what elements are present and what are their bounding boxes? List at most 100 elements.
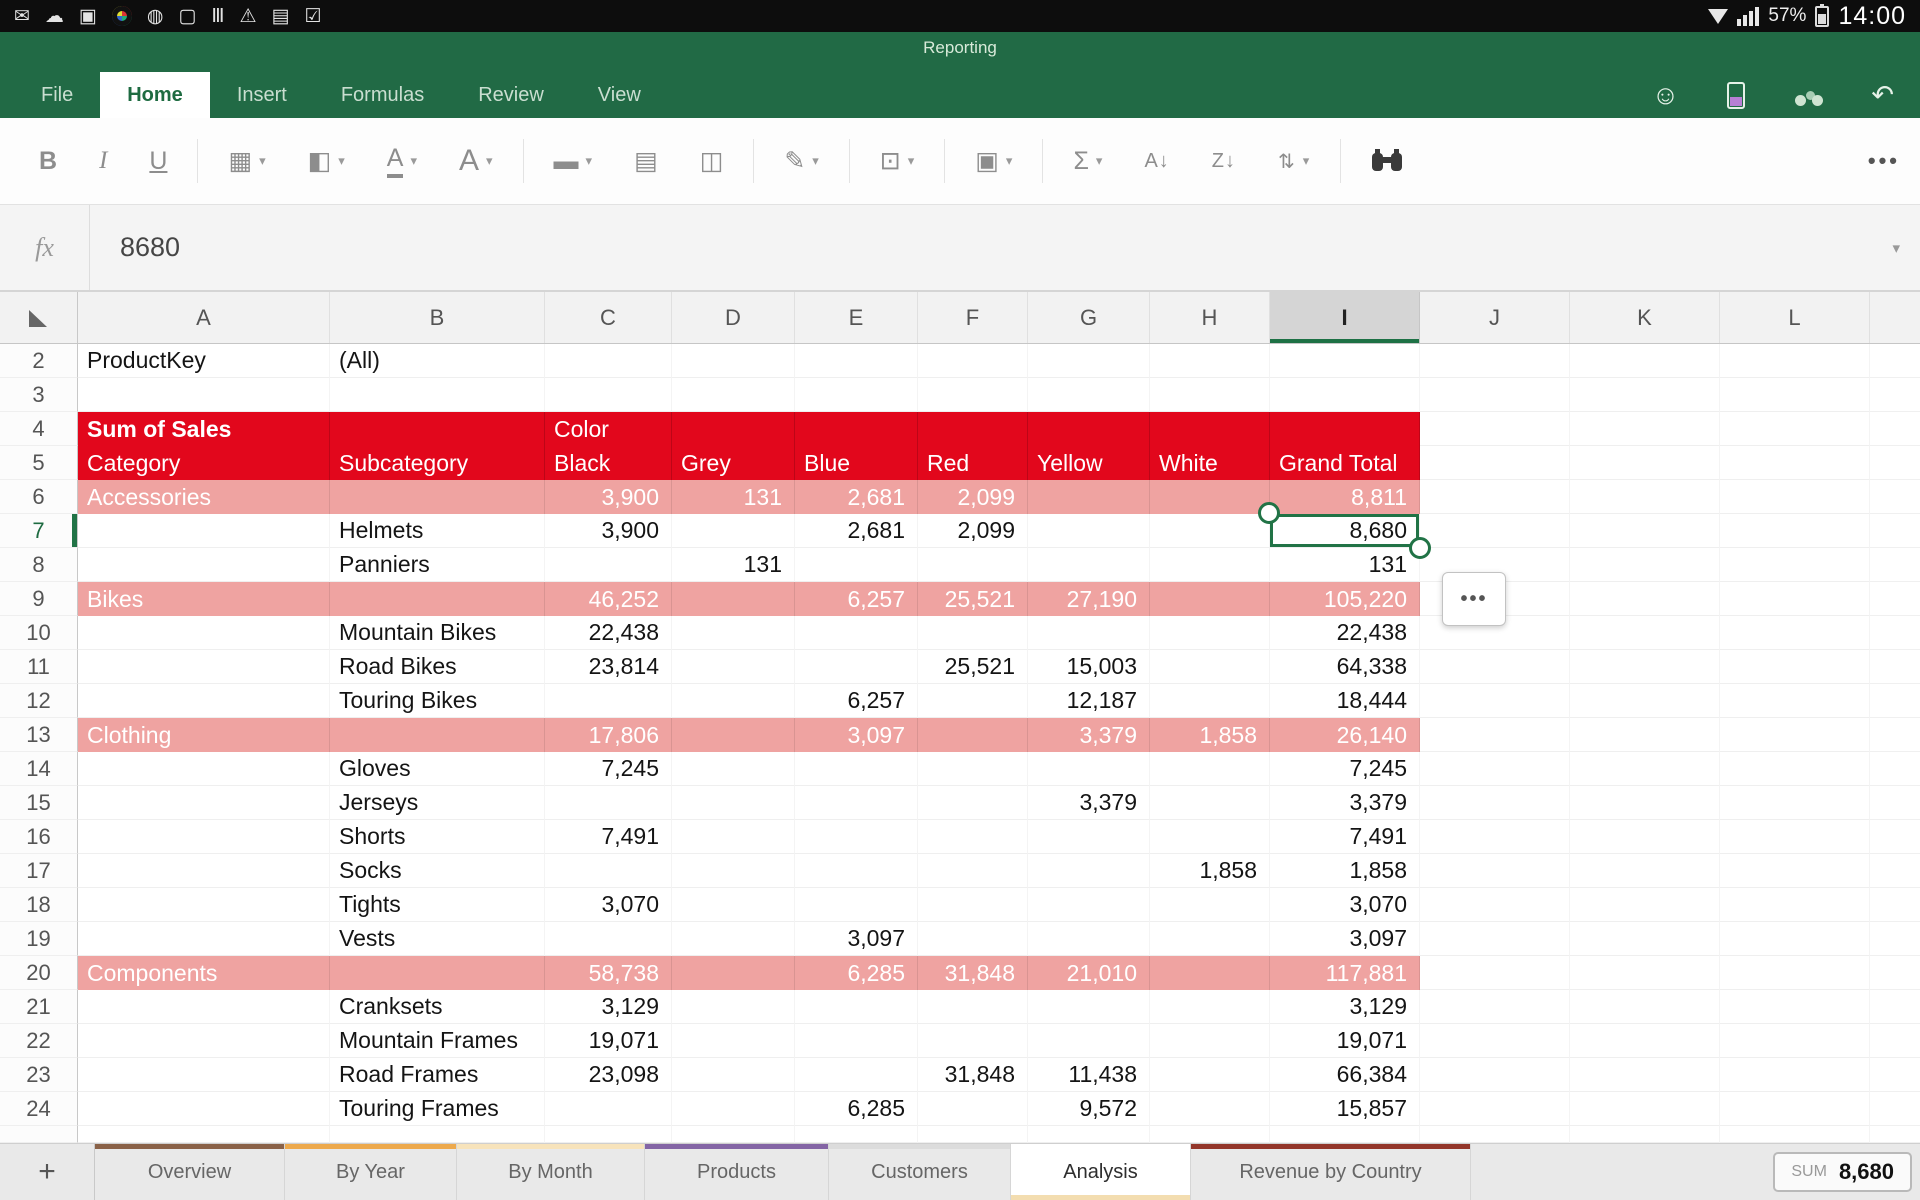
cell-H14[interactable]	[1150, 752, 1270, 786]
cell-C6[interactable]: 3,900	[545, 480, 672, 514]
row-header-4[interactable]: 4	[0, 412, 78, 446]
cell-L24[interactable]	[1720, 1092, 1870, 1126]
cell-H19[interactable]	[1150, 922, 1270, 956]
font-color-button[interactable]: A▾	[366, 131, 438, 191]
cell-E5[interactable]: Blue	[795, 446, 918, 480]
cell-B5[interactable]: Subcategory	[330, 446, 545, 480]
row-header-17[interactable]: 17	[0, 854, 78, 888]
row-header-5[interactable]: 5	[0, 446, 78, 480]
column-header-E[interactable]: E	[795, 292, 918, 343]
cell-I17[interactable]: 1,858	[1270, 854, 1420, 888]
cell-D17[interactable]	[672, 854, 795, 888]
cell-I7[interactable]: 8,680	[1270, 514, 1420, 548]
cell-F22[interactable]	[918, 1024, 1028, 1058]
cell-G23[interactable]: 11,438	[1028, 1058, 1150, 1092]
cell-E14[interactable]	[795, 752, 918, 786]
cell-C20[interactable]: 58,738	[545, 956, 672, 990]
cell-G15[interactable]: 3,379	[1028, 786, 1150, 820]
cell-C19[interactable]	[545, 922, 672, 956]
cell-H15[interactable]	[1150, 786, 1270, 820]
cell-B14[interactable]: Gloves	[330, 752, 545, 786]
cell-D5[interactable]: Grey	[672, 446, 795, 480]
cell-L15[interactable]	[1720, 786, 1870, 820]
cell-I13[interactable]: 26,140	[1270, 718, 1420, 752]
cell-D24[interactable]	[672, 1092, 795, 1126]
row-header-11[interactable]: 11	[0, 650, 78, 684]
cell-G9[interactable]: 27,190	[1028, 582, 1150, 616]
row-header-9[interactable]: 9	[0, 582, 78, 616]
cell-F20[interactable]: 31,848	[918, 956, 1028, 990]
cell-G19[interactable]	[1028, 922, 1150, 956]
cell-D20[interactable]	[672, 956, 795, 990]
cell-I4[interactable]	[1270, 412, 1420, 446]
cell-B9[interactable]	[330, 582, 545, 616]
ribbon-tab-review[interactable]: Review	[451, 72, 571, 118]
cell-D18[interactable]	[672, 888, 795, 922]
cell-A6[interactable]: Accessories	[78, 480, 330, 514]
cell-E3[interactable]	[795, 378, 918, 412]
sort-ascending-button[interactable]: A↓	[1123, 131, 1190, 191]
cell-E9[interactable]: 6,257	[795, 582, 918, 616]
cell-B18[interactable]: Tights	[330, 888, 545, 922]
row-header-3[interactable]: 3	[0, 378, 78, 412]
cell-F24[interactable]	[918, 1092, 1028, 1126]
cell-A7[interactable]	[78, 514, 330, 548]
cell-C3[interactable]	[545, 378, 672, 412]
cell-E15[interactable]	[795, 786, 918, 820]
cell-C9[interactable]: 46,252	[545, 582, 672, 616]
insert-object-button[interactable]: ▣▾	[954, 131, 1033, 191]
cell-B3[interactable]	[330, 378, 545, 412]
cell-E13[interactable]: 3,097	[795, 718, 918, 752]
cell-G22[interactable]	[1028, 1024, 1150, 1058]
cell-E[interactable]	[795, 1126, 918, 1143]
column-header-L[interactable]: L	[1720, 292, 1870, 343]
cell-C22[interactable]: 19,071	[545, 1024, 672, 1058]
cell-H3[interactable]	[1150, 378, 1270, 412]
cell-F12[interactable]	[918, 684, 1028, 718]
autosum-button[interactable]: Σ▾	[1052, 131, 1123, 191]
cell-D[interactable]	[672, 1126, 795, 1143]
cell-D23[interactable]	[672, 1058, 795, 1092]
cell-L8[interactable]	[1720, 548, 1870, 582]
cell-B13[interactable]	[330, 718, 545, 752]
cell-L14[interactable]	[1720, 752, 1870, 786]
cell-E22[interactable]	[795, 1024, 918, 1058]
row-header-13[interactable]: 13	[0, 718, 78, 752]
cell-E2[interactable]	[795, 344, 918, 378]
cell-K11[interactable]	[1570, 650, 1720, 684]
ink-button[interactable]: ✎▾	[763, 131, 839, 191]
cell-C[interactable]	[545, 1126, 672, 1143]
cell-C24[interactable]	[545, 1092, 672, 1126]
cell-I9[interactable]: 105,220	[1270, 582, 1420, 616]
cell-E23[interactable]	[795, 1058, 918, 1092]
cell-C18[interactable]: 3,070	[545, 888, 672, 922]
cell-D19[interactable]	[672, 922, 795, 956]
cell-I21[interactable]: 3,129	[1270, 990, 1420, 1024]
sheet-tab-analysis[interactable]: Analysis	[1011, 1144, 1191, 1200]
cell-G24[interactable]: 9,572	[1028, 1092, 1150, 1126]
cell-G5[interactable]: Yellow	[1028, 446, 1150, 480]
cell-F[interactable]	[918, 1126, 1028, 1143]
row-header-14[interactable]: 14	[0, 752, 78, 786]
cell-E18[interactable]	[795, 888, 918, 922]
cell-H16[interactable]	[1150, 820, 1270, 854]
cell-K16[interactable]	[1570, 820, 1720, 854]
cell-J16[interactable]	[1420, 820, 1570, 854]
cell-F17[interactable]	[918, 854, 1028, 888]
cell-C11[interactable]: 23,814	[545, 650, 672, 684]
cell-C14[interactable]: 7,245	[545, 752, 672, 786]
cell-C2[interactable]	[545, 344, 672, 378]
cell-A13[interactable]: Clothing	[78, 718, 330, 752]
cell-H21[interactable]	[1150, 990, 1270, 1024]
cell-G13[interactable]: 3,379	[1028, 718, 1150, 752]
cell-I18[interactable]: 3,070	[1270, 888, 1420, 922]
number-format-button[interactable]: ⊡▾	[859, 131, 935, 191]
cell-A23[interactable]	[78, 1058, 330, 1092]
cell-B8[interactable]: Panniers	[330, 548, 545, 582]
cell-A4[interactable]: Sum of Sales	[78, 412, 330, 446]
cell-H10[interactable]	[1150, 616, 1270, 650]
column-header-F[interactable]: F	[918, 292, 1028, 343]
cell-L3[interactable]	[1720, 378, 1870, 412]
cell-H6[interactable]	[1150, 480, 1270, 514]
cell-B21[interactable]: Cranksets	[330, 990, 545, 1024]
